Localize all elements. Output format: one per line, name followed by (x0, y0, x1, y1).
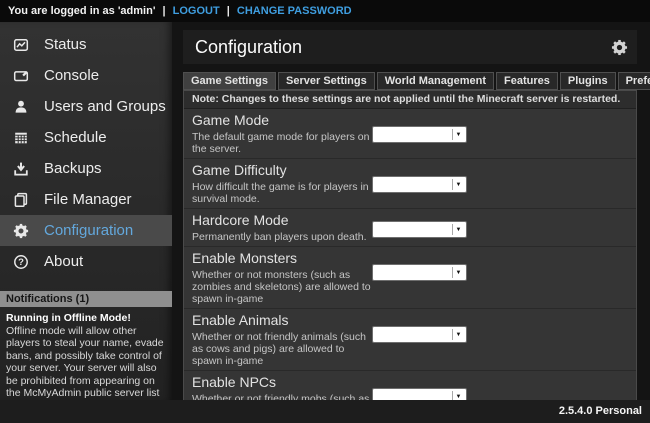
game-mode-dropdown[interactable]: ▼ (372, 126, 467, 143)
sidebar-item-label: Users and Groups (44, 98, 166, 115)
tab-plugins[interactable]: Plugins (560, 72, 616, 90)
notification-item: Running in Offline Mode! Offline mode wi… (0, 307, 172, 412)
schedule-grid-icon (13, 130, 29, 146)
chevron-down-icon: ▼ (452, 329, 464, 340)
sidebar-item-label: Status (44, 36, 87, 53)
restart-note: Note: Changes to these settings are not … (184, 91, 636, 109)
console-icon (13, 68, 29, 84)
question-icon (13, 254, 29, 270)
change-password-link[interactable]: CHANGE PASSWORD (237, 5, 352, 17)
setting-description: Permanently ban players upon death. (192, 231, 374, 243)
sidebar-item-label: Console (44, 67, 99, 84)
top-login-bar: You are logged in as 'admin' | LOGOUT | … (0, 0, 650, 22)
setting-row-game-mode: Game Mode The default game mode for play… (184, 109, 636, 159)
setting-row-enable-animals: Enable Animals Whether or not friendly a… (184, 309, 636, 371)
notification-body-text: Offline mode will allow other players to… (6, 325, 165, 413)
setting-row-enable-monsters: Enable Monsters Whether or not monsters … (184, 247, 636, 309)
footer-bar: 2.5.4.0 Personal (0, 400, 650, 423)
chevron-down-icon: ▼ (452, 179, 464, 190)
page-title: Configuration (195, 37, 302, 58)
tab-world-management[interactable]: World Management (377, 72, 494, 90)
tab-features[interactable]: Features (496, 72, 558, 90)
setting-row-game-difficulty: Game Difficulty How difficult the game i… (184, 159, 636, 209)
sidebar-item-label: Configuration (44, 222, 133, 239)
panel-header: Configuration (183, 30, 637, 64)
enable-npcs-dropdown[interactable]: ▼ (372, 388, 467, 400)
chevron-down-icon: ▼ (452, 224, 464, 235)
hardcore-mode-dropdown[interactable]: ▼ (372, 221, 467, 238)
tab-preferences[interactable]: Preferences (618, 72, 650, 90)
sidebar-item-schedule[interactable]: Schedule (0, 122, 172, 153)
backups-download-icon (13, 161, 29, 177)
sidebar-item-file-manager[interactable]: File Manager (0, 184, 172, 215)
setting-description: The default game mode for players on the… (192, 131, 374, 155)
logout-link[interactable]: LOGOUT (173, 5, 220, 17)
divider: | (163, 5, 166, 17)
enable-monsters-dropdown[interactable]: ▼ (372, 264, 467, 281)
enable-animals-dropdown[interactable]: ▼ (372, 326, 467, 343)
setting-row-hardcore-mode: Hardcore Mode Permanently ban players up… (184, 209, 636, 247)
tab-server-settings[interactable]: Server Settings (278, 72, 375, 90)
sidebar-item-status[interactable]: Status (0, 29, 172, 60)
sidebar-item-label: About (44, 253, 83, 270)
sidebar-item-label: Backups (44, 160, 102, 177)
setting-description: How difficult the game is for players in… (192, 181, 374, 205)
tab-game-settings[interactable]: Game Settings (183, 72, 276, 90)
setting-description: Whether or not friendly mobs (such as vi… (192, 393, 374, 400)
tab-bar: Game Settings Server Settings World Mana… (183, 72, 637, 90)
chevron-down-icon: ▼ (452, 391, 464, 400)
sidebar-item-console[interactable]: Console (0, 60, 172, 91)
file-manager-icon (13, 192, 29, 208)
version-label: 2.5.4.0 Personal (559, 405, 642, 417)
main-panel: Configuration Game Settings Server Setti… (172, 22, 650, 400)
sidebar-nav: Status Console Users and Groups Schedule… (0, 22, 172, 277)
logged-in-text: You are logged in as 'admin' (8, 5, 155, 17)
users-icon (13, 99, 29, 115)
chevron-down-icon: ▼ (452, 129, 464, 140)
setting-description: Whether or not monsters (such as zombies… (192, 269, 374, 305)
sidebar-item-about[interactable]: About (0, 246, 172, 277)
notification-title: Running in Offline Mode! (6, 312, 165, 325)
settings-panel: Note: Changes to these settings are not … (183, 90, 637, 400)
setting-description: Whether or not friendly animals (such as… (192, 331, 374, 367)
sidebar-item-users-and-groups[interactable]: Users and Groups (0, 91, 172, 122)
game-difficulty-dropdown[interactable]: ▼ (372, 176, 467, 193)
sidebar: Status Console Users and Groups Schedule… (0, 22, 172, 400)
setting-row-enable-npcs: Enable NPCs Whether or not friendly mobs… (184, 371, 636, 400)
sidebar-item-backups[interactable]: Backups (0, 153, 172, 184)
sidebar-item-label: Schedule (44, 129, 107, 146)
gear-icon[interactable] (611, 39, 628, 56)
divider: | (227, 5, 230, 17)
sidebar-item-configuration[interactable]: Configuration (0, 215, 172, 246)
status-chart-icon (13, 37, 29, 53)
gear-icon (13, 223, 29, 239)
sidebar-item-label: File Manager (44, 191, 132, 208)
chevron-down-icon: ▼ (452, 267, 464, 278)
notifications-header: Notifications (1) (0, 291, 172, 307)
